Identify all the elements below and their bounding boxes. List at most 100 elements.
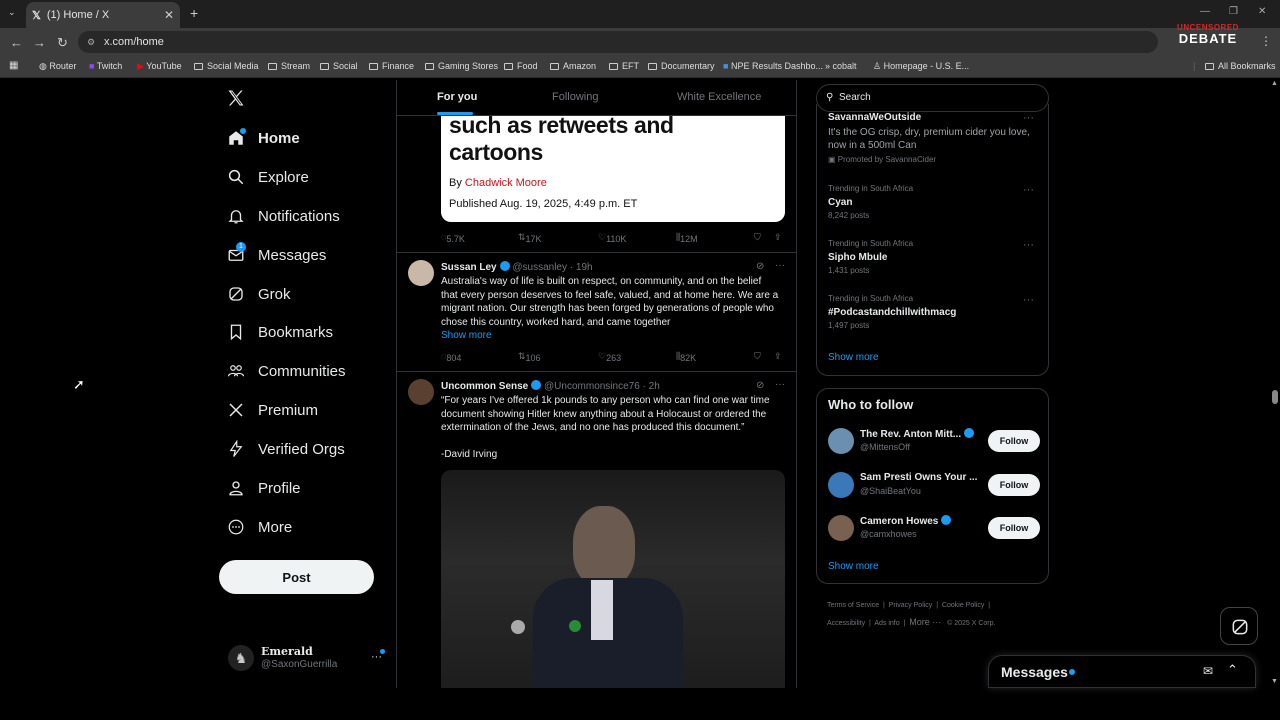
article-card[interactable]: such as retweets and cartoons By Chadwic… [441,112,785,222]
trends-show-more[interactable]: Show more [828,352,879,363]
bookmark-social-media[interactable]: Social Media [194,61,259,71]
bookmark-router[interactable]: ◍ Router [39,61,76,72]
nav-home[interactable]: Home [226,128,300,148]
bookmark-eft[interactable]: EFT [609,61,639,71]
byline-author[interactable]: Chadwick Moore [465,177,547,189]
follow-button[interactable]: Follow [988,474,1040,496]
show-more-link[interactable]: Show more [441,329,789,343]
footer-accessibility[interactable]: Accessibility [827,620,865,627]
bookmark-youtube[interactable]: ▶ YouTube [137,61,182,72]
grok-explain-icon[interactable]: ⊘ [756,380,764,391]
follow-suggestion[interactable]: Sam Presti Owns Your ... @ShaiBeatYou Fo… [828,472,1040,502]
forward-icon[interactable]: → [33,35,46,50]
follow-button[interactable]: Follow [988,430,1040,452]
bookmark-button[interactable]: ⛉ [754,351,761,362]
new-tab-icon[interactable]: + [190,5,198,21]
tweet-more-icon[interactable]: ··· [775,379,785,390]
promoted-trend[interactable]: SavannaWeOutside It's the OG crisp, dry,… [828,112,1038,164]
bookmark-documentary[interactable]: Documentary [648,61,715,71]
browser-tab[interactable]: 𝕏 (1) Home / X ✕ [26,2,180,28]
tab-search-icon[interactable]: ⌄ [8,7,16,18]
tweet-video[interactable] [441,470,785,688]
nav-communities[interactable]: Communities [226,361,346,381]
repost-button[interactable]: ⇅ 106 [518,351,541,363]
scroll-down-icon[interactable]: ▼ [1271,678,1278,685]
footer-more[interactable]: More ··· [909,617,941,627]
share-icon[interactable]: ⇪ [774,351,782,362]
bookmark-button[interactable]: ⛉ [754,232,761,243]
nav-verified-orgs[interactable]: Verified Orgs [226,439,345,459]
views-button[interactable]: ⫼ 12M [676,232,698,244]
nav-grok[interactable]: Grok [226,284,291,304]
views-button[interactable]: ⫼ 82K [676,351,696,363]
new-message-icon[interactable]: ✉ [1203,664,1213,678]
browser-menu-icon[interactable]: ⋮ [1260,34,1272,48]
x-logo-icon[interactable] [226,88,246,111]
repost-button[interactable]: ⇅ 17K [518,232,542,244]
nav-profile[interactable]: Profile [226,478,301,498]
site-info-icon[interactable]: ⚙ [87,31,95,53]
page-scrollbar[interactable]: ▲ ▼ [1270,80,1280,688]
follow-suggestion[interactable]: The Rev. Anton Mitt... @MittensOff Follo… [828,428,1040,458]
trend-more-icon[interactable]: ··· [1023,112,1034,124]
footer-privacy[interactable]: Privacy Policy [889,602,933,609]
nav-messages[interactable]: Messages 1 [226,242,326,265]
nav-more[interactable]: More [226,517,292,537]
maximize-icon[interactable]: ❐ [1229,6,1238,17]
bookmark-food[interactable]: Food [504,61,538,71]
footer-terms[interactable]: Terms of Service [827,602,879,609]
tab-for-you[interactable]: For you [437,91,477,103]
bookmark-homepage[interactable]: ♙ Homepage - U.S. E... [873,61,969,72]
bookmark-npe-results[interactable]: ■ NPE Results Dashbo... [723,61,823,71]
apps-grid-icon[interactable]: ▦ [9,60,18,71]
trend-more-icon[interactable]: ··· [1023,184,1034,196]
minimize-icon[interactable]: — [1200,6,1210,17]
nav-bookmarks[interactable]: Bookmarks [226,322,333,342]
reply-button[interactable]: ◌ 804 [441,351,461,363]
trend-item[interactable]: Trending in South Africa #Podcastandchill… [828,294,1038,330]
bookmark-social[interactable]: Social [320,61,358,71]
who-to-follow-show-more[interactable]: Show more [828,561,879,572]
share-icon[interactable]: ⇪ [774,232,782,243]
back-icon[interactable]: ← [10,35,23,50]
trend-item[interactable]: Trending in South Africa Cyan 8,242 posts … [828,184,1038,220]
scroll-up-icon[interactable]: ▲ [1271,80,1278,87]
reload-icon[interactable]: ↻ [57,35,68,51]
trend-more-icon[interactable]: ··· [1023,239,1034,251]
avatar[interactable] [408,379,434,405]
tab-close-icon[interactable]: ✕ [164,8,174,22]
tab-following[interactable]: Following [552,91,598,103]
bookmark-finance[interactable]: Finance [369,61,414,71]
bookmark-cobalt[interactable]: » cobalt [825,61,857,71]
footer-ads-info[interactable]: Ads info [874,620,899,627]
tab-white-excellence[interactable]: White Excellence [677,91,761,103]
like-button[interactable]: ♡ 263 [598,351,621,363]
tweet-author[interactable]: Uncommon Sense @Uncommonsince76 · 2h [441,380,660,392]
grok-explain-icon[interactable]: ⊘ [756,261,764,272]
grok-floating-button[interactable] [1220,607,1258,645]
trend-item[interactable]: Trending in South Africa Sipho Mbule 1,431… [828,239,1038,275]
nav-explore[interactable]: Explore [226,167,309,187]
avatar[interactable] [408,260,434,286]
reply-button[interactable]: ◌ 5.7K [441,232,465,244]
url-field[interactable]: ⚙ x.com/home [78,31,1158,53]
bookmark-gaming-stores[interactable]: Gaming Stores [425,61,498,71]
tweet-more-icon[interactable]: ··· [775,260,785,271]
tweet-author[interactable]: Sussan Ley @sussanley · 19h [441,261,593,273]
nav-premium[interactable]: Premium [226,400,318,420]
bookmark-amazon[interactable]: Amazon [550,61,596,71]
expand-icon[interactable]: ⌃ [1227,662,1238,678]
post-button[interactable]: Post [219,560,374,594]
like-button[interactable]: ♡ 110K [598,232,626,244]
follow-suggestion[interactable]: Cameron Howes @camxhowes Follow [828,515,1040,545]
account-switcher[interactable]: ♞ Emerald @SaxonGuerrilla ··· [228,645,388,675]
nav-notifications[interactable]: Notifications [226,206,340,226]
bookmark-twitch[interactable]: ■ Twitch [89,61,122,71]
window-close-icon[interactable]: ✕ [1258,6,1266,17]
scroll-thumb[interactable] [1272,390,1278,404]
bookmark-stream[interactable]: Stream [268,61,310,71]
follow-button[interactable]: Follow [988,517,1040,539]
footer-cookie[interactable]: Cookie Policy [942,602,984,609]
trend-more-icon[interactable]: ··· [1023,294,1034,306]
messages-drawer[interactable]: Messages ✉ ⌃ [988,655,1256,688]
